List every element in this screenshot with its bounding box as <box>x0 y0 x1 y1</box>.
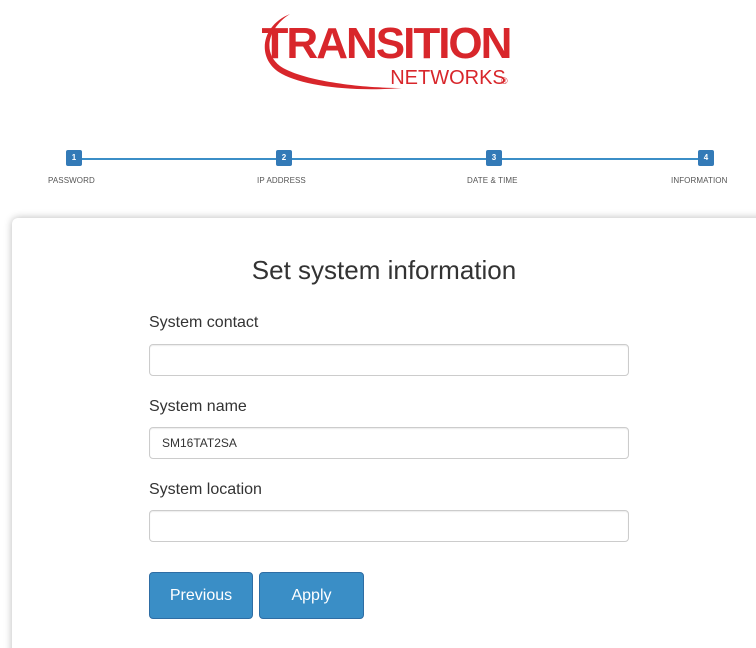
setup-wizard-page: TRANSITION NETWORKS ® 1 PASSWORD 2 IP AD… <box>0 0 756 648</box>
step-label: INFORMATION <box>671 176 728 185</box>
system-location-label: System location <box>149 481 262 498</box>
step-number-badge: 3 <box>486 150 502 166</box>
wizard-progress: 1 PASSWORD 2 IP ADDRESS 3 DATE & TIME 4 … <box>0 148 756 192</box>
step-label: DATE & TIME <box>467 176 518 185</box>
logo-word-transition: TRANSITION <box>262 19 511 68</box>
system-information-card: Set system information System contact Sy… <box>12 218 756 648</box>
registered-mark: ® <box>501 76 508 86</box>
transition-networks-logo: TRANSITION NETWORKS ® <box>252 8 514 96</box>
step-label: IP ADDRESS <box>257 176 306 185</box>
logo-word-networks: NETWORKS <box>390 67 506 89</box>
system-location-input[interactable] <box>149 510 629 542</box>
step-number-badge: 1 <box>66 150 82 166</box>
previous-button[interactable]: Previous <box>149 572 253 619</box>
logo-graphic: TRANSITION NETWORKS ® <box>262 14 512 90</box>
step-label: PASSWORD <box>48 176 95 185</box>
apply-button[interactable]: Apply <box>259 572 364 619</box>
step-number-badge: 4 <box>698 150 714 166</box>
system-name-input[interactable] <box>149 427 629 459</box>
page-title: Set system information <box>251 255 517 285</box>
system-name-label: System name <box>149 398 247 415</box>
step-number-badge: 2 <box>276 150 292 166</box>
wizard-progress-line <box>74 158 708 160</box>
system-contact-input[interactable] <box>149 344 629 376</box>
system-contact-label: System contact <box>149 314 259 331</box>
